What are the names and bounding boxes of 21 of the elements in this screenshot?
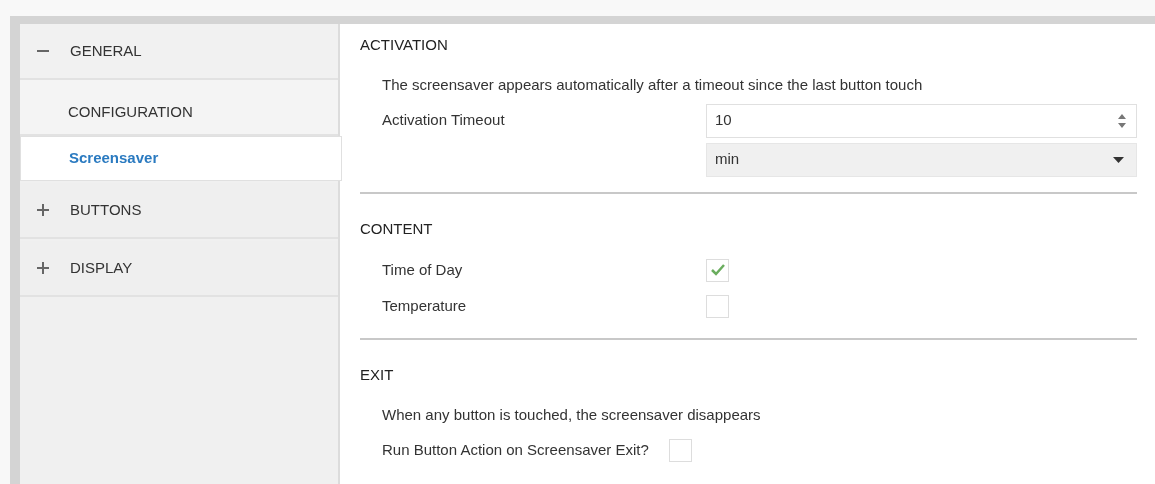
plus-icon <box>37 204 49 216</box>
sidebar-item[interactable]: CONFIGURATION <box>20 80 338 136</box>
check-icon <box>710 264 725 276</box>
field-label: Run Button Action on Screensaver Exit? <box>382 440 650 461</box>
number-field[interactable]: 10 <box>706 103 1137 138</box>
section-title: EXIT <box>360 365 395 385</box>
field-label: Temperature <box>382 295 468 316</box>
section-title: CONTENT <box>360 218 434 239</box>
section-title: ACTIVATION <box>360 35 449 55</box>
checkbox[interactable] <box>706 258 729 282</box>
section-description: When any button is touched, the screensaver disappears <box>382 405 762 426</box>
caret-icon <box>1113 156 1124 163</box>
unit-dropdown[interactable]: min <box>706 142 1137 177</box>
sidebar-item[interactable]: Screensaver <box>20 136 342 181</box>
checkbox[interactable] <box>668 439 692 462</box>
checkbox[interactable] <box>706 294 729 318</box>
spin-arrows-icon[interactable] <box>1118 112 1126 129</box>
section-description: The screensaver appears automatically after a timeout since the last button touch <box>382 75 924 96</box>
plus-icon <box>37 262 49 274</box>
field-label: Activation Timeout <box>382 110 506 131</box>
field-label: Time of Day <box>382 259 464 280</box>
